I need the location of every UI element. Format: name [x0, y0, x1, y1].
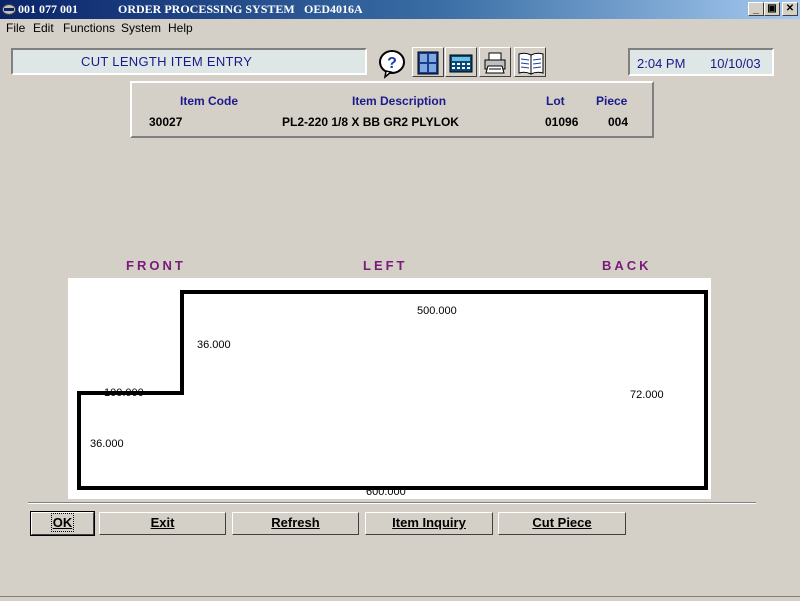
- menu-bar: File Edit Functions System Help: [0, 19, 800, 37]
- ok-button-label: OK: [50, 513, 75, 532]
- window-title-id: 001 077 001: [18, 2, 78, 16]
- date-display: 10/10/03: [710, 56, 761, 71]
- dimension-right: 72.000: [630, 389, 664, 401]
- datetime-display: 2:04 PM 10/10/03: [628, 48, 774, 76]
- item-inquiry-button-label: Item Inquiry: [392, 515, 466, 530]
- close-icon: ✕: [785, 3, 795, 14]
- time-display: 2:04 PM: [637, 56, 686, 71]
- cut-piece-button[interactable]: Cut Piece: [498, 512, 626, 535]
- cut-piece-button-label: Cut Piece: [532, 515, 592, 530]
- lot-label: Lot: [546, 94, 565, 108]
- print-button[interactable]: [479, 47, 511, 77]
- window-title-app: ORDER PROCESSING SYSTEM: [118, 2, 295, 16]
- item-description-label: Item Description: [352, 94, 447, 108]
- help-button[interactable]: ?: [375, 47, 407, 79]
- menu-edit[interactable]: Edit: [33, 21, 54, 35]
- piece-value: 004: [608, 115, 629, 129]
- back-label: BACK: [602, 258, 652, 273]
- cut-piece-drawing: 500.000 36.000 100.000 36.000 72.000 600…: [68, 278, 711, 499]
- item-description-value: PL2-220 1/8 X BB GR2 PLYLOK: [282, 115, 459, 129]
- minimize-button[interactable]: _: [748, 2, 764, 16]
- window-title-code: OED4016A: [304, 2, 363, 16]
- dimension-step-height: 36.000: [197, 339, 231, 351]
- exit-button-label: Exit: [150, 515, 175, 530]
- app-icon[interactable]: [2, 4, 16, 15]
- refresh-button[interactable]: Refresh: [232, 512, 359, 535]
- exit-button[interactable]: Exit: [99, 512, 226, 535]
- window-button[interactable]: [412, 47, 444, 77]
- item-inquiry-button[interactable]: Item Inquiry: [365, 512, 493, 535]
- dimension-bottom: 600.000: [366, 486, 406, 498]
- calculator-button[interactable]: [445, 47, 477, 77]
- menu-system[interactable]: System: [121, 21, 161, 35]
- refresh-button-label: Refresh: [271, 515, 320, 530]
- item-code-label: Item Code: [180, 94, 239, 108]
- close-button[interactable]: ✕: [782, 2, 798, 16]
- title-bar: 001 077 001 ORDER PROCESSING SYSTEM OED4…: [0, 0, 800, 19]
- calculator-icon: [449, 54, 473, 73]
- piece-outline: [77, 290, 708, 490]
- left-label: LEFT: [363, 258, 408, 273]
- ok-button[interactable]: OK: [30, 511, 95, 536]
- dimension-top: 500.000: [417, 305, 457, 317]
- svg-text:?: ?: [387, 55, 397, 72]
- item-code-value: 30027: [149, 115, 183, 129]
- restore-button[interactable]: ▣: [764, 2, 780, 16]
- dimension-step-width: 100.000: [104, 387, 144, 399]
- form-title-box: CUT LENGTH ITEM ENTRY: [11, 48, 367, 75]
- item-info-panel: Item Code Item Description Lot Piece 300…: [130, 81, 654, 138]
- book-icon: [518, 52, 544, 75]
- minimize-icon: _: [752, 3, 760, 15]
- menu-help[interactable]: Help: [168, 21, 193, 35]
- menu-functions[interactable]: Functions: [63, 21, 115, 35]
- form-title: CUT LENGTH ITEM ENTRY: [81, 54, 253, 69]
- bottom-edge: [0, 596, 800, 601]
- separator: [28, 502, 756, 504]
- restore-icon: ▣: [767, 3, 777, 14]
- menu-file[interactable]: File: [6, 21, 25, 35]
- printer-icon: [484, 52, 506, 74]
- window-icon: [417, 51, 439, 75]
- front-label: FRONT: [126, 258, 186, 273]
- help-icon: ?: [379, 50, 405, 79]
- piece-label: Piece: [596, 94, 628, 108]
- dimension-lower-left: 36.000: [90, 438, 124, 450]
- lot-value: 01096: [545, 115, 579, 129]
- book-button[interactable]: [514, 47, 546, 77]
